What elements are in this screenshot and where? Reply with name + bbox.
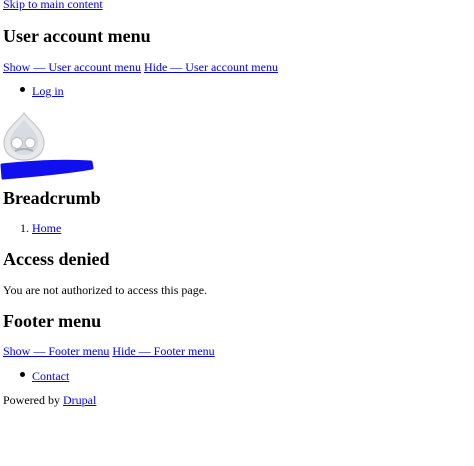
powered-by-prefix: Powered by [3, 393, 63, 407]
powered-by: Powered by Drupal [3, 393, 96, 407]
skip-to-main-link[interactable]: Skip to main content [3, 0, 103, 11]
user-account-menu-toggles: Show — User account menu Hide — User acc… [3, 60, 278, 74]
breadcrumb-item-number: 1. [20, 221, 29, 235]
user-account-menu-heading: User account menu [3, 26, 151, 46]
footer-menu-toggles: Show — Footer menu Hide — Footer menu [3, 344, 215, 358]
hide-footer-menu-link[interactable]: Hide — Footer menu [112, 344, 214, 358]
login-link[interactable]: Log in [32, 84, 64, 98]
redaction-scribble [0, 159, 94, 180]
breadcrumb-heading: Breadcrumb [3, 188, 101, 208]
footer-menu-heading: Footer menu [3, 311, 102, 331]
site-logo-link[interactable] [2, 111, 46, 161]
breadcrumb-home-link[interactable]: Home [32, 221, 61, 235]
show-footer-menu-link[interactable]: Show — Footer menu [3, 344, 109, 358]
drupal-drop-icon [3, 111, 45, 161]
drupal-link[interactable]: Drupal [63, 393, 96, 407]
page-title: Access denied [3, 249, 110, 269]
hide-user-account-menu-link[interactable]: Hide — User account menu [144, 60, 278, 74]
show-user-account-menu-link[interactable]: Show — User account menu [3, 60, 141, 74]
list-bullet [20, 87, 25, 92]
contact-link[interactable]: Contact [32, 369, 69, 383]
access-denied-message: You are not authorized to access this pa… [3, 283, 208, 297]
list-bullet [20, 372, 25, 377]
breadcrumb: 1. Home [20, 221, 61, 235]
